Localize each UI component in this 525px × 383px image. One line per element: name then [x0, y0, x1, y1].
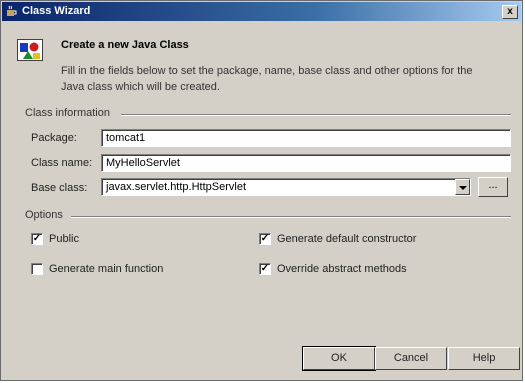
override-abstract-label: Override abstract methods [277, 263, 407, 275]
title-bar: Class Wizard x [2, 2, 521, 21]
options-divider [71, 216, 511, 218]
header-description: Fill in the fields below to set the pack… [61, 65, 473, 93]
generate-main-checkbox[interactable] [31, 263, 43, 275]
class-information-divider [121, 114, 511, 116]
window-title: Class Wizard [22, 5, 91, 17]
browse-button[interactable]: ... [478, 177, 508, 197]
class-shapes-icon [17, 39, 43, 61]
cancel-button[interactable]: Cancel [375, 347, 447, 370]
class-name-label: Class name: [31, 157, 93, 169]
close-button[interactable]: x [502, 5, 518, 19]
public-checkbox[interactable]: ✓ [31, 233, 43, 245]
generate-constructor-label: Generate default constructor [277, 233, 417, 245]
base-class-select[interactable]: javax.servlet.http.HttpServlet [101, 178, 471, 196]
class-name-input[interactable]: MyHelloServlet [101, 154, 511, 172]
public-label: Public [49, 233, 79, 245]
package-input[interactable]: tomcat1 [101, 129, 511, 147]
help-button[interactable]: Help [448, 347, 520, 370]
override-abstract-checkbox[interactable]: ✓ [259, 263, 271, 275]
header-title: Create a new Java Class [61, 39, 189, 51]
generate-constructor-checkbox[interactable]: ✓ [259, 233, 271, 245]
java-cup-icon [7, 5, 17, 16]
package-label: Package: [31, 132, 77, 144]
base-class-label: Base class: [31, 182, 88, 194]
class-wizard-window: Class Wizard x Create a new Java Class F… [0, 0, 523, 381]
class-information-label: Class information [25, 107, 110, 119]
base-class-dropdown-button[interactable] [455, 179, 470, 195]
ok-button[interactable]: OK [302, 346, 376, 371]
options-label: Options [25, 209, 63, 221]
generate-main-label: Generate main function [49, 263, 164, 275]
